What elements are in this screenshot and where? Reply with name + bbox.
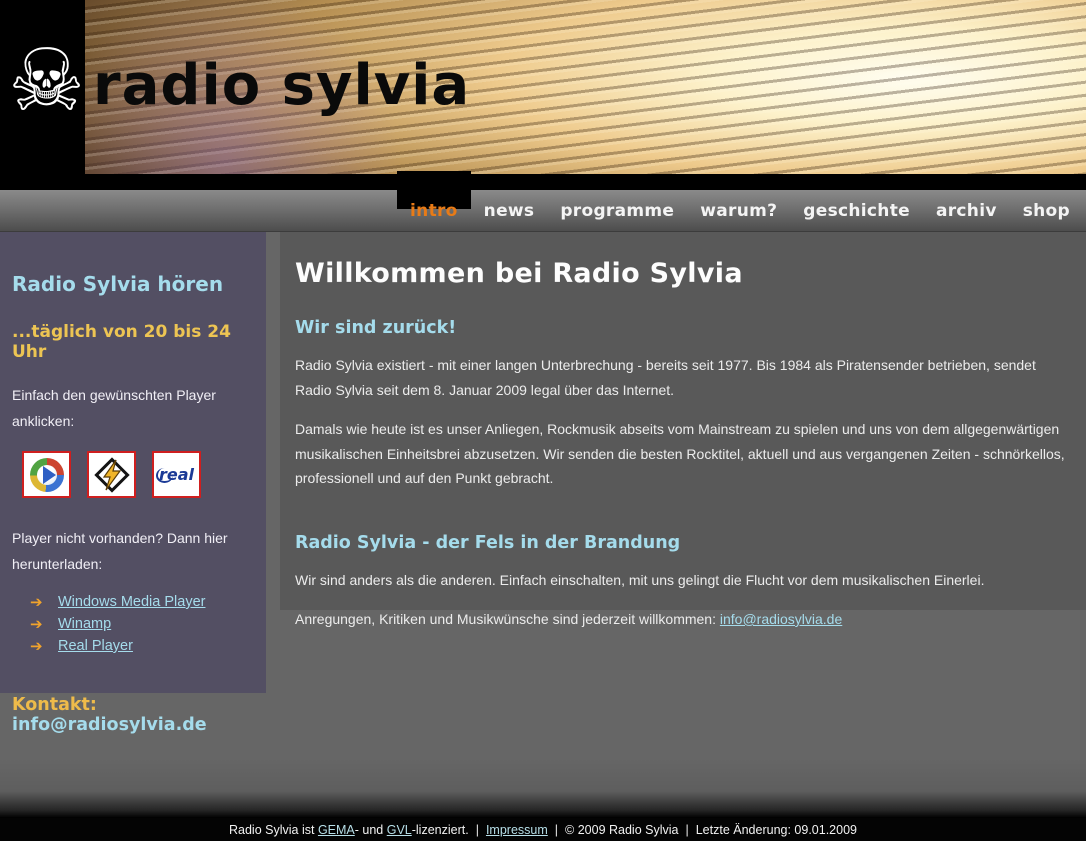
logo-box: ☠ [0,0,85,174]
content-email-link[interactable]: info@radiosylvia.de [720,611,842,627]
site-title: radio sylvia [93,58,470,114]
header-divider [0,174,1086,190]
footer-separator: | [476,823,479,837]
download-row-winamp: ➔ Winamp [30,613,266,635]
nav-item-geschichte[interactable]: geschichte [790,201,923,221]
sidebar-heading: Radio Sylvia hören [12,272,266,296]
real-player-icon: real [159,465,194,484]
contact-line: Kontakt: info@radiosylvia.de [12,695,266,735]
arrow-right-icon: ➔ [30,615,58,633]
nav-item-intro[interactable]: intro [397,201,471,221]
footer-fade [0,758,1086,818]
section2-paragraph-2: Anregungen, Kritiken und Musikwünsche si… [295,607,1067,632]
broadcast-schedule: ...täglich von 20 bis 24 Uhr [12,322,266,362]
winamp-icon [92,455,132,495]
section2-paragraph-2-text: Anregungen, Kritiken und Musikwünsche si… [295,611,720,627]
footer-license-text: Radio Sylvia ist [229,823,318,837]
nav-item-warum[interactable]: warum? [687,201,790,221]
winamp-button[interactable] [87,451,136,498]
footer-separator: | [555,823,558,837]
footer-last-modified: Letzte Änderung: 09.01.2009 [696,823,857,837]
footer: Radio Sylvia ist GEMA - und GVL -lizenzi… [0,818,1086,841]
section1-paragraph-1: Radio Sylvia existiert - mit einer lange… [295,353,1067,402]
windows-media-player-button[interactable] [22,451,71,498]
page-title: Willkommen bei Radio Sylvia [295,258,1056,289]
contact-email-link[interactable]: info@radiosylvia.de [12,715,207,735]
download-row-realplayer: ➔ Real Player [30,635,266,657]
wmp-play-triangle [43,466,56,484]
gvl-link[interactable]: GVL [387,823,412,837]
section1-heading: Wir sind zurück! [295,318,1056,338]
nav-item-programme[interactable]: programme [547,201,687,221]
download-link-winamp[interactable]: Winamp [58,616,111,632]
download-row-wmp: ➔ Windows Media Player [30,591,266,613]
player-buttons: real [22,451,266,498]
arrow-right-icon: ➔ [30,637,58,655]
main-navigation: intro news programme warum? geschichte a… [0,190,1086,232]
section2-heading: Radio Sylvia - der Fels in der Brandung [295,533,1056,553]
nav-item-archiv[interactable]: archiv [923,201,1010,221]
impressum-link[interactable]: Impressum [486,823,548,837]
nav-item-news[interactable]: news [471,201,548,221]
footer-separator: | [685,823,688,837]
sidebar: Radio Sylvia hören ...täglich von 20 bis… [0,232,266,693]
download-links: ➔ Windows Media Player ➔ Winamp ➔ Real P… [30,591,266,657]
page: ☠ radio sylvia intro news programme waru… [0,0,1086,841]
section2-paragraph-1: Wir sind anders als die anderen. Einfach… [295,568,1067,593]
footer-license-text: -lizenziert. [412,823,469,837]
footer-license-text: - und [355,823,387,837]
main-content: Willkommen bei Radio Sylvia Wir sind zur… [280,232,1086,610]
download-hint: Player nicht vorhanden? Dann hier herunt… [12,525,247,577]
header-banner: ☠ radio sylvia [0,0,1086,174]
footer-copyright: © 2009 Radio Sylvia [565,823,678,837]
contact-label: Kontakt: [12,695,97,715]
download-link-wmp[interactable]: Windows Media Player [58,594,205,610]
download-link-realplayer[interactable]: Real Player [58,638,133,654]
player-hint: Einfach den gewünschten Player anklicken… [12,382,247,434]
skull-crossbones-icon: ☠ [8,38,85,124]
nav-item-shop[interactable]: shop [1010,201,1083,221]
gema-link[interactable]: GEMA [318,823,355,837]
real-player-button[interactable]: real [152,451,201,498]
windows-media-player-icon [30,458,64,492]
header-light-streaks-image: radio sylvia [85,0,1086,174]
section1-paragraph-2: Damals wie heute ist es unser Anliegen, … [295,417,1067,491]
arrow-right-icon: ➔ [30,593,58,611]
